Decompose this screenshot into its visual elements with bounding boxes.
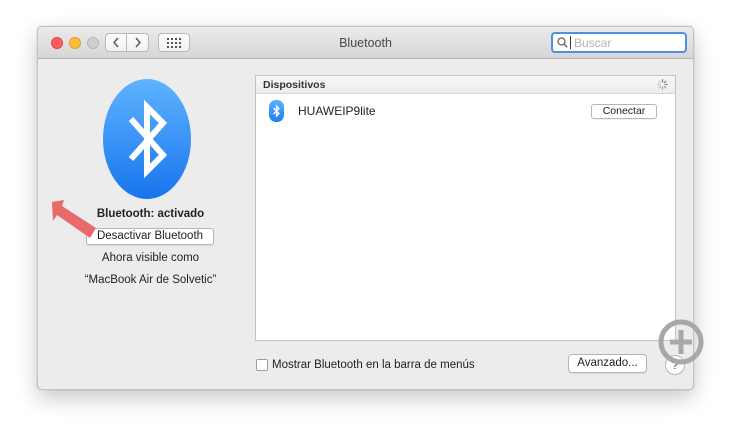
search-icon [557,37,568,48]
bluetooth-logo-icon [103,79,191,199]
devices-list: Dispositivos HUAWEIP9lite Conectar [255,75,676,341]
loading-spinner-icon [657,79,668,90]
show-in-menubar-label[interactable]: Mostrar Bluetooth en la barra de menús [272,359,475,371]
bluetooth-device-icon [269,100,284,122]
preferences-window: Bluetooth Bluetooth: activado Desactivar… [37,26,694,390]
watermark-logo-icon [658,319,704,365]
devices-header-label: Dispositivos [263,79,326,91]
text-cursor [570,36,571,49]
title-bar: Bluetooth [38,27,693,59]
annotation-arrow-icon [52,200,96,238]
search-input[interactable] [574,35,674,50]
device-name-label: HUAWEIP9lite [298,104,376,118]
disable-bluetooth-button[interactable]: Desactivar Bluetooth [86,228,214,245]
show-in-menubar-option[interactable]: Mostrar Bluetooth en la barra de menús [256,357,475,373]
device-row[interactable]: HUAWEIP9lite Conectar [256,96,675,126]
show-in-menubar-checkbox[interactable] [256,359,268,371]
devices-header: Dispositivos [256,76,675,94]
advanced-button[interactable]: Avanzado... [568,354,647,373]
visibility-label: Ahora visible como [101,252,200,264]
computer-name-label: “MacBook Air de Solvetic” [84,274,217,286]
connect-button[interactable]: Conectar [591,104,657,119]
search-field[interactable] [551,32,687,53]
